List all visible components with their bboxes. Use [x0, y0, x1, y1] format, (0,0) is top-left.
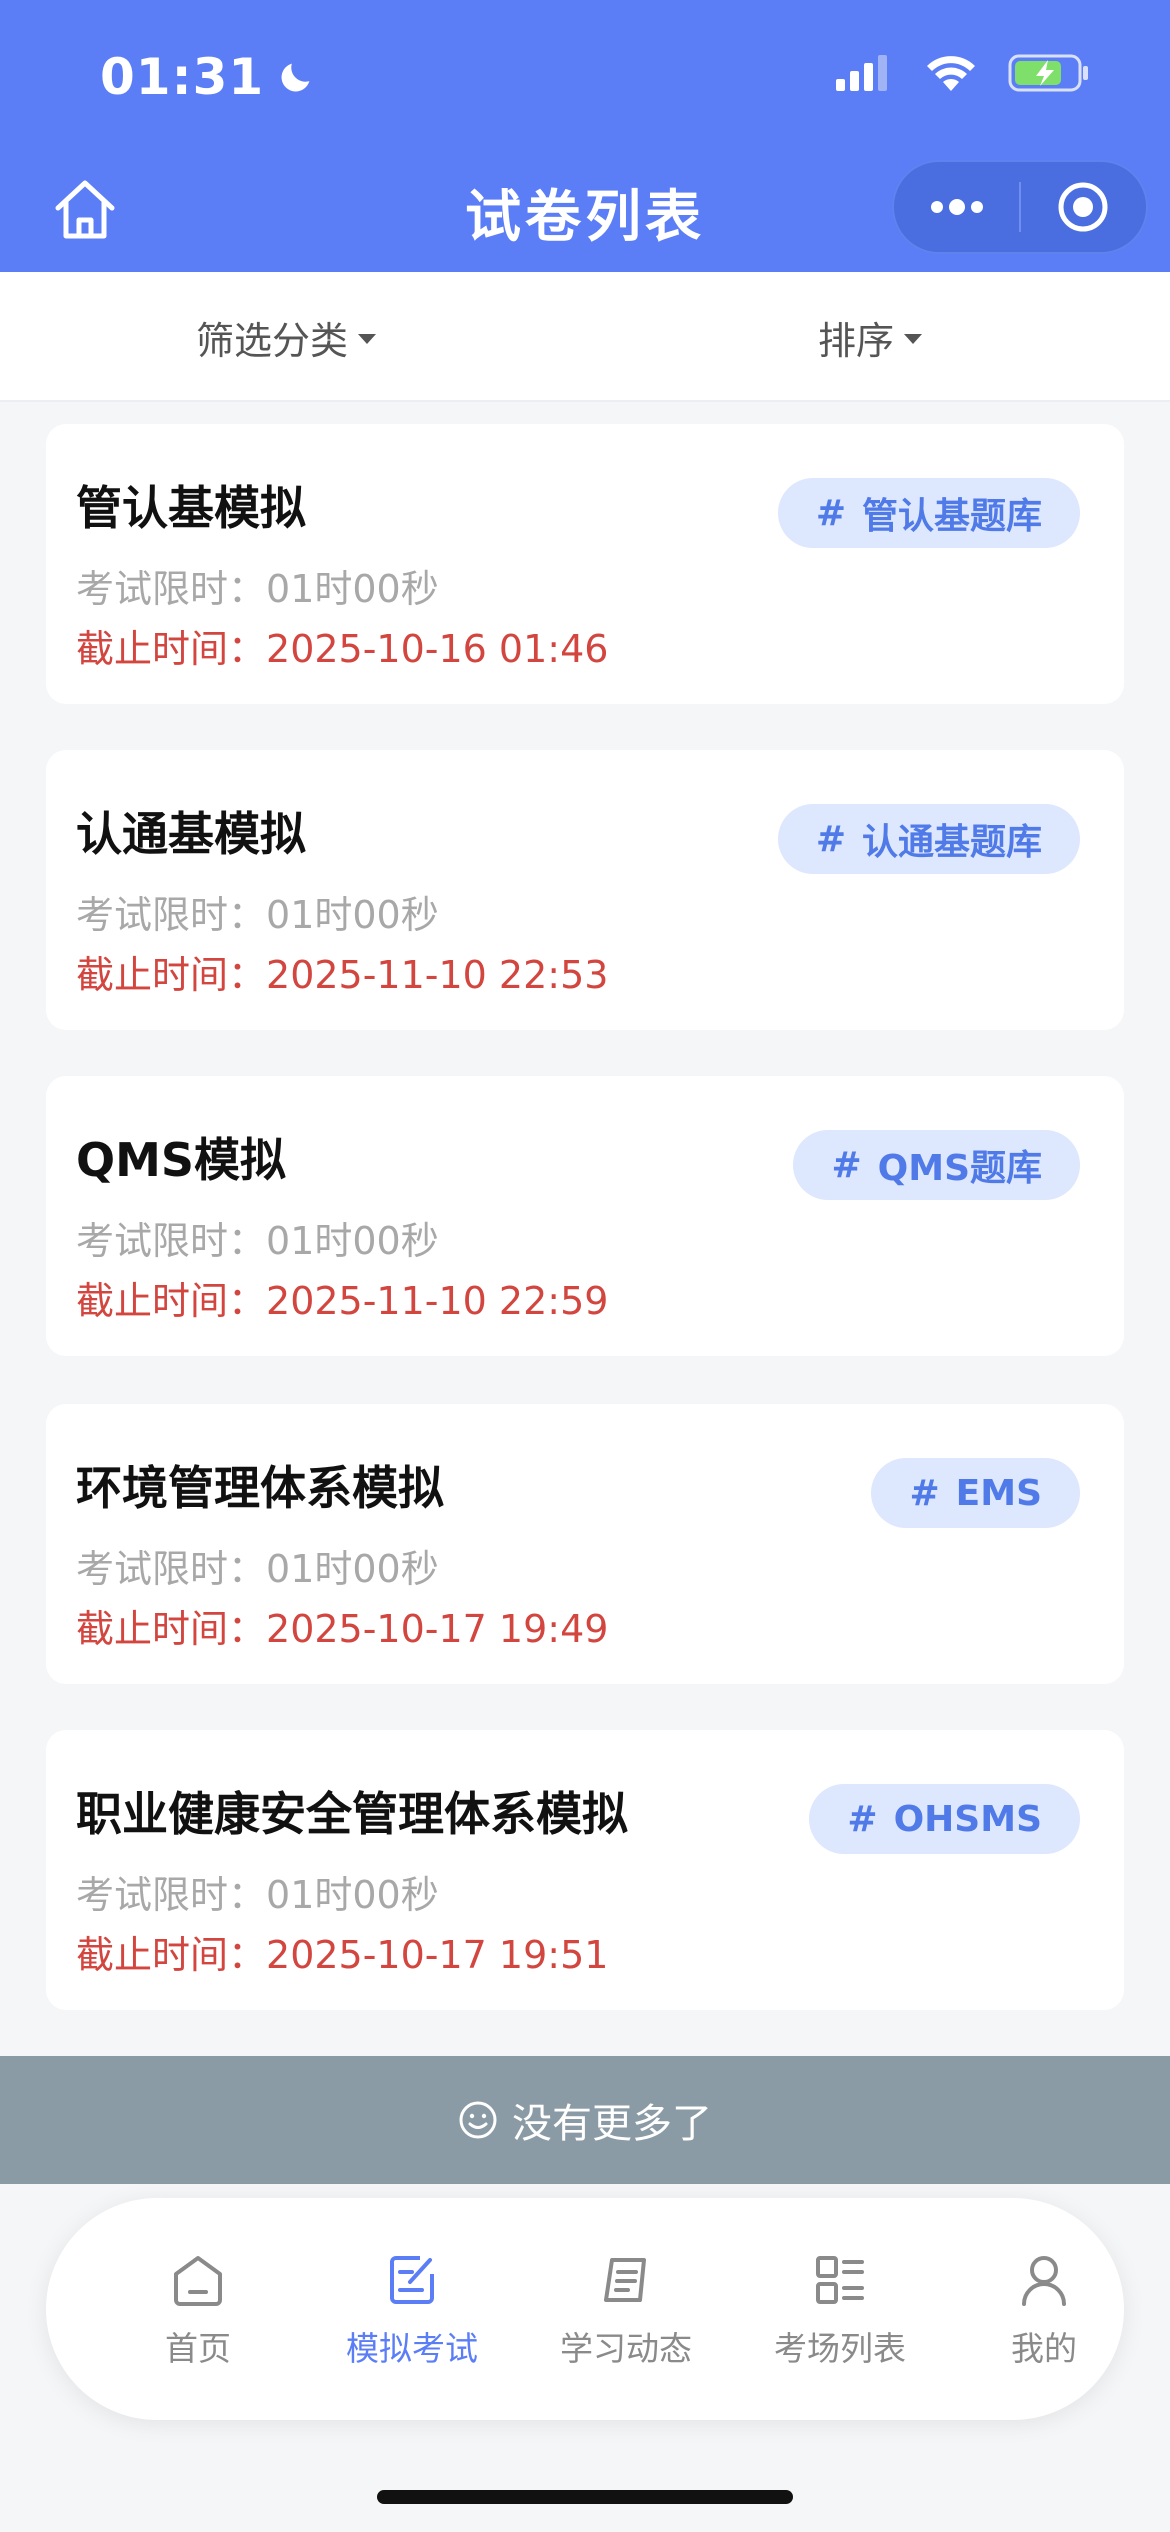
exam-tag[interactable]: # EMS [871, 1458, 1080, 1528]
status-time-text: 01:31 [100, 48, 265, 106]
battery-charging-icon [1008, 54, 1088, 92]
app-header: 01:31 试卷列表 [0, 0, 1170, 272]
deadline-label: 截止时间： [76, 1933, 267, 1977]
status-icons [834, 52, 1090, 94]
close-miniprogram-button[interactable] [1021, 162, 1146, 252]
exam-time-limit: 考试限时：01时00秒 [76, 1538, 439, 1593]
exam-title: 环境管理体系模拟 [76, 1461, 444, 1515]
deadline-value: 2025-10-17 19:49 [266, 1607, 609, 1651]
edit-document-icon [390, 2256, 434, 2304]
exam-card[interactable]: QMS模拟 # QMS题库 考试限时：01时00秒 截止时间：2025-11-1… [46, 1076, 1124, 1356]
deadline-label: 截止时间： [76, 953, 267, 997]
target-circle-icon [1058, 182, 1108, 232]
exam-deadline: 截止时间：2025-11-10 22:59 [76, 1270, 608, 1325]
bottom-tab-bar: 首页 模拟考试 学习动态 考场列表 我的 [46, 2198, 1124, 2420]
tab-study-feed[interactable]: 学习动态 [526, 2198, 726, 2420]
tab-mock-exam-label: 模拟考试 [346, 2329, 478, 2368]
tab-home[interactable]: 首页 [98, 2198, 298, 2420]
moon-icon [281, 63, 310, 92]
filter-category-label: 筛选分类 [196, 318, 349, 363]
time-limit-label: 考试限时： [76, 893, 267, 937]
filter-bar: 筛选分类 排序 [0, 272, 1170, 402]
exam-card[interactable]: 管认基模拟 # 管认基题库 考试限时：01时00秒 截止时间：2025-10-1… [46, 424, 1124, 704]
hash-icon: # [847, 1798, 878, 1840]
exam-tag[interactable]: # OHSMS [809, 1784, 1080, 1854]
list-grid-icon [816, 2256, 864, 2304]
tab-mock-exam[interactable]: 模拟考试 [312, 2198, 512, 2420]
no-more-text: 没有更多了 [512, 2101, 712, 2147]
time-limit-value: 01时00秒 [266, 1547, 439, 1591]
more-dots-icon [930, 199, 983, 215]
sort-dropdown[interactable]: 排序 [818, 272, 923, 402]
exam-title: 职业健康安全管理体系模拟 [76, 1787, 628, 1841]
tab-exam-rooms-label: 考场列表 [774, 2329, 906, 2368]
time-limit-value: 01时00秒 [266, 893, 439, 937]
deadline-label: 截止时间： [76, 1607, 267, 1651]
hash-icon: # [831, 1144, 862, 1186]
caret-down-icon [358, 334, 377, 344]
exam-tag-label: EMS [955, 1472, 1042, 1514]
exam-tag[interactable]: # 管认基题库 [777, 478, 1080, 548]
exam-tag[interactable]: # 认通基题库 [777, 804, 1080, 874]
time-limit-label: 考试限时： [76, 1873, 267, 1917]
exam-time-limit: 考试限时：01时00秒 [76, 558, 439, 613]
status-bar-time: 01:31 [100, 48, 316, 106]
exam-time-limit: 考试限时：01时00秒 [76, 1210, 439, 1265]
smile-icon [459, 2101, 497, 2139]
exam-tag[interactable]: # QMS题库 [793, 1130, 1080, 1200]
deadline-value: 2025-11-10 22:53 [266, 953, 609, 997]
exam-tag-label: 管认基题库 [861, 496, 1042, 537]
exam-title: 管认基模拟 [76, 481, 306, 535]
exam-deadline: 截止时间：2025-11-10 22:53 [76, 944, 608, 999]
time-limit-value: 01时00秒 [266, 567, 439, 611]
time-limit-label: 考试限时： [76, 1219, 267, 1263]
sort-label: 排序 [818, 318, 895, 363]
deadline-value: 2025-10-17 19:51 [266, 1933, 609, 1977]
exam-title: QMS模拟 [76, 1133, 287, 1187]
wifi-icon [927, 56, 975, 91]
tab-study-feed-label: 学习动态 [560, 2329, 692, 2368]
tab-profile[interactable]: 我的 [944, 2198, 1144, 2420]
home-icon [174, 2256, 222, 2306]
time-limit-label: 考试限时： [76, 1547, 267, 1591]
hash-icon: # [909, 1472, 940, 1514]
home-indicator[interactable] [377, 2490, 793, 2504]
time-limit-label: 考试限时： [76, 567, 267, 611]
exam-tag-label: 认通基题库 [861, 822, 1042, 863]
exam-tag-label: OHSMS [893, 1798, 1042, 1840]
no-more-banner: 没有更多了 [0, 2056, 1170, 2184]
notebook-icon [604, 2258, 646, 2302]
exam-title: 认通基模拟 [76, 807, 306, 861]
filter-category-dropdown[interactable]: 筛选分类 [196, 272, 377, 402]
deadline-label: 截止时间： [76, 627, 267, 671]
hash-icon: # [815, 492, 846, 534]
exam-card[interactable]: 认通基模拟 # 认通基题库 考试限时：01时00秒 截止时间：2025-11-1… [46, 750, 1124, 1030]
exam-card[interactable]: 环境管理体系模拟 # EMS 考试限时：01时00秒 截止时间：2025-10-… [46, 1404, 1124, 1684]
tab-home-label: 首页 [165, 2329, 231, 2368]
exam-deadline: 截止时间：2025-10-17 19:51 [76, 1924, 608, 1979]
deadline-label: 截止时间： [76, 1279, 267, 1323]
deadline-value: 2025-10-16 01:46 [266, 627, 609, 671]
exam-deadline: 截止时间：2025-10-17 19:49 [76, 1598, 608, 1653]
tab-profile-label: 我的 [1011, 2329, 1077, 2368]
exam-card[interactable]: 职业健康安全管理体系模拟 # OHSMS 考试限时：01时00秒 截止时间：20… [46, 1730, 1124, 2010]
cellular-signal-icon [836, 55, 887, 91]
time-limit-value: 01时00秒 [266, 1219, 439, 1263]
more-button[interactable] [894, 162, 1019, 252]
deadline-value: 2025-11-10 22:59 [266, 1279, 609, 1323]
caret-down-icon [904, 334, 923, 344]
exam-time-limit: 考试限时：01时00秒 [76, 1864, 439, 1919]
time-limit-value: 01时00秒 [266, 1873, 439, 1917]
hash-icon: # [815, 818, 846, 860]
tab-exam-rooms[interactable]: 考场列表 [740, 2198, 940, 2420]
user-icon [1022, 2256, 1066, 2306]
miniprogram-capsule [892, 160, 1148, 254]
exam-time-limit: 考试限时：01时00秒 [76, 884, 439, 939]
exam-deadline: 截止时间：2025-10-16 01:46 [76, 618, 608, 673]
exam-tag-label: QMS题库 [877, 1148, 1042, 1189]
